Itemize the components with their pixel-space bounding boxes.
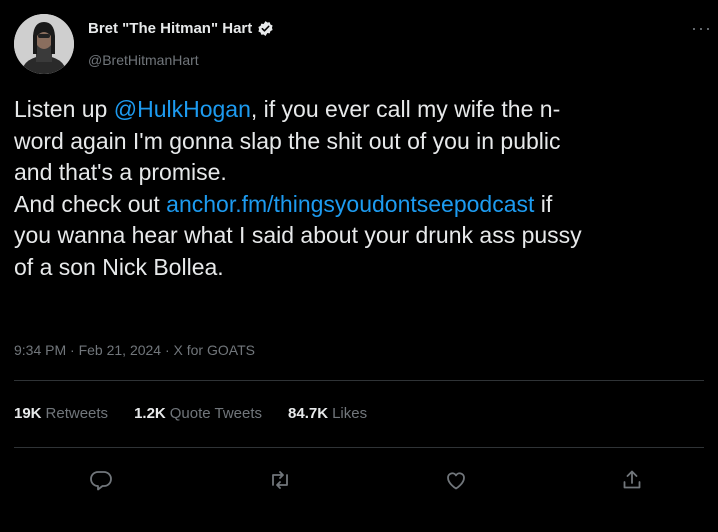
tweet-text-segment: And check out (14, 190, 167, 217)
likes-label: Likes (332, 405, 368, 422)
action-bar (0, 462, 718, 502)
tweet-line: and that's a promise. (14, 157, 714, 189)
tweet-text: Listen up @HulkHogan, if you ever call m… (14, 94, 714, 283)
tweet-text-segment: you wanna hear what I said about your dr… (14, 222, 582, 248)
tweet-link[interactable]: @HulkHogan (114, 96, 251, 122)
tweet-text-segment: and that's a promise. (14, 159, 227, 185)
tweet-line: word again I'm gonna slap the shit out o… (14, 126, 714, 158)
quotes-label: Quote Tweets (169, 405, 263, 422)
like-icon (447, 472, 465, 490)
author-name[interactable]: Bret "The Hitman" Hart (88, 20, 274, 37)
tweet-line: you wanna hear what I said about your dr… (14, 220, 714, 252)
retweets-stat[interactable]: 19K Retweets (14, 405, 108, 422)
tweet-text-segment: word again I'm gonna slap the shit out o… (14, 127, 561, 154)
avatar-image (14, 14, 74, 74)
quotes-stat[interactable]: 1.2K Quote Tweets (134, 405, 262, 422)
reply-button[interactable] (83, 462, 119, 498)
tweet-line: of a son Nick Bollea. (14, 252, 714, 284)
tweet-link[interactable]: anchor.fm/thingsyoudontseepodcast (166, 191, 534, 217)
share-icon (623, 470, 641, 489)
share-button[interactable] (614, 462, 650, 498)
retweet-button[interactable] (262, 462, 298, 498)
tweet-text-segment: if (534, 190, 553, 217)
tweet-timestamp[interactable]: 9:34 PM · Feb 21, 2024 · X for GOATS (14, 342, 255, 358)
verified-badge-icon (258, 21, 273, 36)
author-handle[interactable]: @BretHitmanHart (88, 52, 199, 68)
tweet-line: Listen up @HulkHogan, if you ever call m… (14, 94, 714, 126)
likes-stat[interactable]: 84.7K Likes (288, 405, 367, 422)
avatar[interactable] (14, 14, 74, 74)
divider (14, 380, 704, 381)
retweet-icon (272, 471, 288, 489)
tweet-line: And check out anchor.fm/thingsyoudontsee… (14, 189, 714, 221)
tweet-stats: 19K Retweets 1.2K Quote Tweets 84.7K Likes (14, 405, 367, 422)
likes-count: 84.7K (288, 405, 329, 422)
tweet-text-segment: Listen up (14, 96, 114, 122)
author-name-text: Bret "The Hitman" Hart (88, 20, 253, 37)
reply-icon (90, 471, 112, 491)
retweets-label: Retweets (45, 405, 109, 422)
tweet-text-segment: , if you ever call my wife the n- (250, 96, 561, 122)
like-button[interactable] (438, 462, 474, 498)
more-options-icon[interactable]: ··· (691, 18, 712, 39)
tweet-text-segment: of a son Nick Bollea. (14, 253, 224, 280)
divider (14, 447, 704, 448)
quotes-count: 1.2K (134, 405, 166, 422)
retweets-count: 19K (14, 405, 42, 422)
